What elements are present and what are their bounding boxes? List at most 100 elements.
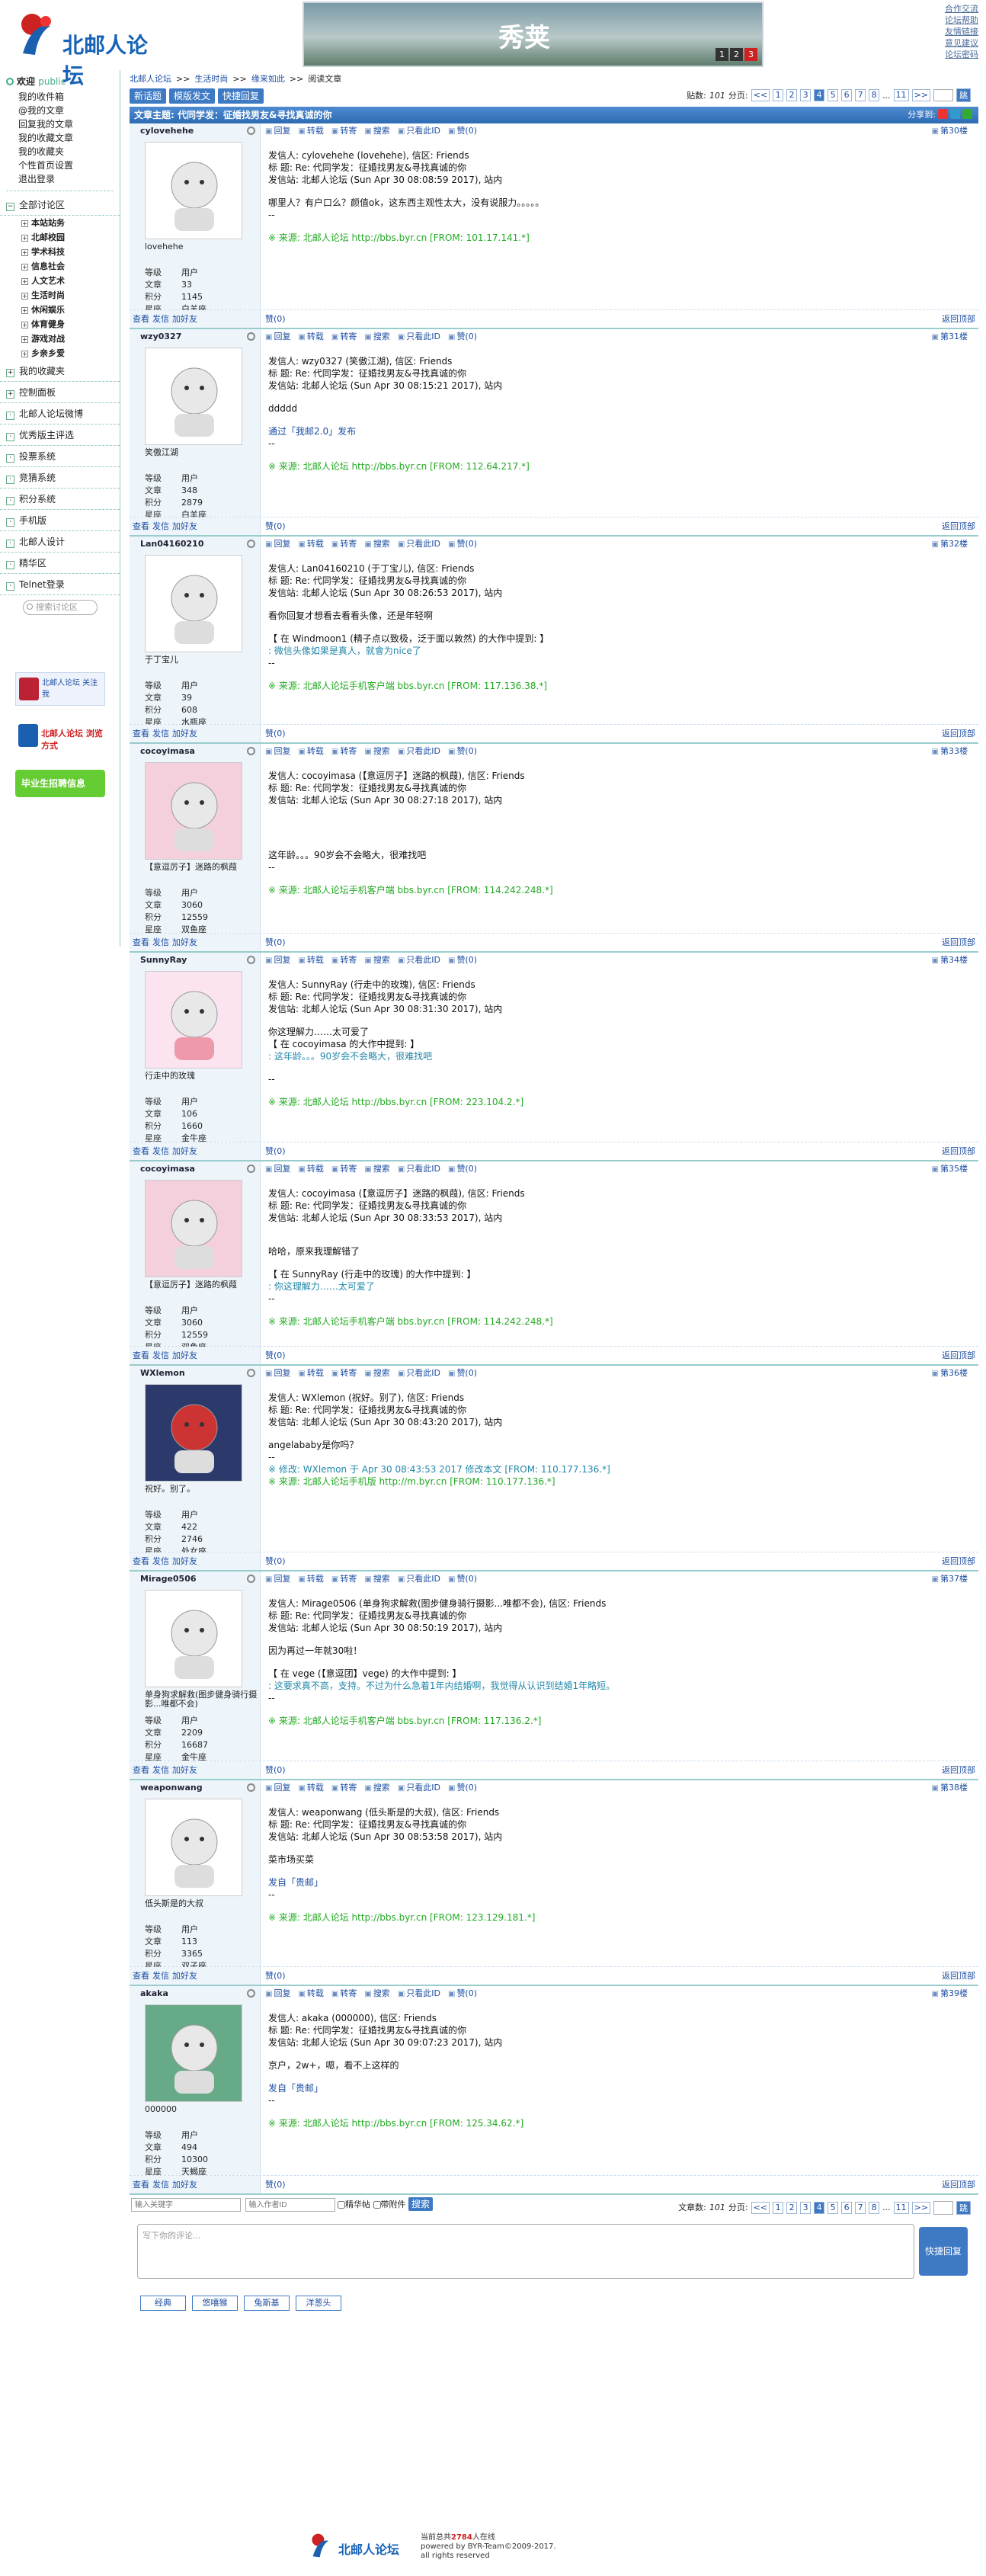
like-button[interactable]: 赞(0): [265, 729, 286, 739]
site-logo[interactable]: 北邮人论坛: [15, 8, 152, 88]
view-profile-button[interactable]: 查看: [133, 729, 149, 739]
username[interactable]: public: [38, 76, 66, 87]
send-mail-button[interactable]: 发信: [152, 2180, 169, 2190]
search-button[interactable]: 搜索: [364, 1164, 389, 1174]
logout-link[interactable]: 退出登录: [6, 172, 117, 186]
toplink-feedback[interactable]: 意见建议: [933, 37, 978, 49]
forward-button[interactable]: 转寄: [331, 1574, 357, 1584]
add-friend-button[interactable]: 加好友: [172, 1765, 197, 1775]
reply-button[interactable]: 回复: [265, 332, 290, 341]
floor-number[interactable]: 第36楼: [932, 1366, 968, 1382]
sidebar-item-design[interactable]: · 北邮人设计: [0, 531, 120, 553]
add-friend-button[interactable]: 加好友: [172, 521, 197, 531]
repost-button[interactable]: 转载: [298, 1988, 323, 1998]
board-item[interactable]: + 北邮校园: [0, 230, 120, 245]
page-link[interactable]: 1: [773, 89, 784, 101]
back-to-top-link[interactable]: 返回顶部: [942, 725, 975, 743]
reply-textarea[interactable]: 写下你的评论...: [137, 2224, 914, 2279]
page-link[interactable]: 3: [800, 2202, 812, 2214]
send-mail-button[interactable]: 发信: [152, 1556, 169, 1566]
sidebar-item-favorites[interactable]: + 我的收藏夹: [0, 360, 120, 382]
forward-button[interactable]: 转寄: [331, 332, 357, 341]
board-item[interactable]: + 乡亲乡爱: [0, 346, 120, 360]
back-to-top-link[interactable]: 返回顶部: [942, 1761, 975, 1780]
page-current[interactable]: 4: [814, 89, 825, 101]
view-profile-button[interactable]: 查看: [133, 1971, 149, 1981]
send-mail-button[interactable]: 发信: [152, 1765, 169, 1775]
post-author[interactable]: cocoyimasa: [130, 1161, 261, 1177]
page-prev[interactable]: <<: [751, 2202, 770, 2214]
only-author-button[interactable]: 只看此ID: [398, 1164, 440, 1174]
only-author-button[interactable]: 只看此ID: [398, 126, 440, 136]
back-to-top-link[interactable]: 返回顶部: [942, 517, 975, 536]
forward-button[interactable]: 转寄: [331, 539, 357, 549]
new-topic-button[interactable]: 新话题: [130, 88, 167, 104]
search-button[interactable]: 搜索: [364, 126, 389, 136]
page-link[interactable]: 2: [786, 2202, 798, 2214]
avatar[interactable]: [145, 1180, 242, 1277]
like-button[interactable]: 赞(0): [448, 1988, 477, 1998]
sidebar-item-mobile[interactable]: · 手机版: [0, 510, 120, 531]
repost-button[interactable]: 转载: [298, 1574, 323, 1584]
add-friend-button[interactable]: 加好友: [172, 729, 197, 739]
view-profile-button[interactable]: 查看: [133, 1350, 149, 1360]
sidebar-item-digest[interactable]: · 精华区: [0, 553, 120, 574]
like-button[interactable]: 赞(0): [448, 1368, 477, 1378]
only-author-button[interactable]: 只看此ID: [398, 955, 440, 965]
page-jump-input[interactable]: [933, 89, 953, 101]
only-author-button[interactable]: 只看此ID: [398, 539, 440, 549]
add-friend-button[interactable]: 加好友: [172, 1146, 197, 1156]
repost-button[interactable]: 转载: [298, 746, 323, 756]
floor-number[interactable]: 第37楼: [932, 1572, 968, 1588]
page-link[interactable]: 8: [869, 2202, 880, 2214]
author-input[interactable]: [245, 2198, 335, 2212]
add-friend-button[interactable]: 加好友: [172, 1350, 197, 1360]
page-next[interactable]: >>: [911, 2202, 930, 2214]
back-to-top-link[interactable]: 返回顶部: [942, 934, 975, 952]
page-link[interactable]: 2: [786, 89, 798, 101]
post-author[interactable]: Mirage0506: [130, 1572, 261, 1587]
emoticon-tab[interactable]: 兔斯基: [244, 2296, 290, 2311]
add-friend-button[interactable]: 加好友: [172, 1971, 197, 1981]
author-id[interactable]: Mirage0506: [140, 1574, 197, 1584]
emoticon-tab[interactable]: 悠嘻猴: [192, 2296, 238, 2311]
board-item[interactable]: + 休闲娱乐: [0, 303, 120, 317]
like-button[interactable]: 赞(0): [448, 746, 477, 756]
quick-reply-button[interactable]: 快捷回复: [218, 88, 264, 104]
only-author-button[interactable]: 只看此ID: [398, 1368, 440, 1378]
add-friend-button[interactable]: 加好友: [172, 314, 197, 324]
like-button[interactable]: 赞(0): [265, 937, 286, 947]
view-profile-button[interactable]: 查看: [133, 1556, 149, 1566]
page-link[interactable]: 6: [841, 2202, 853, 2214]
search-button[interactable]: 搜索: [364, 1988, 389, 1998]
forward-button[interactable]: 转寄: [331, 1164, 357, 1174]
view-profile-button[interactable]: 查看: [133, 1146, 149, 1156]
forward-button[interactable]: 转寄: [331, 1368, 357, 1378]
floor-number[interactable]: 第35楼: [932, 1161, 968, 1177]
like-button[interactable]: 赞(0): [265, 2180, 286, 2190]
sidebar-item-points[interactable]: · 积分系统: [0, 489, 120, 510]
search-button[interactable]: 搜索: [364, 1368, 389, 1378]
repost-button[interactable]: 转载: [298, 955, 323, 965]
mail-at-me[interactable]: @我的文章: [6, 104, 117, 117]
like-button[interactable]: 赞(0): [448, 1574, 477, 1584]
forward-button[interactable]: 转寄: [331, 1988, 357, 1998]
repost-button[interactable]: 转载: [298, 539, 323, 549]
back-to-top-link[interactable]: 返回顶部: [942, 1967, 975, 1985]
author-id[interactable]: weaponwang: [140, 1783, 203, 1793]
page-link[interactable]: 7: [855, 2202, 866, 2214]
author-id[interactable]: Lan04160210: [140, 539, 204, 549]
search-button[interactable]: 搜索: [364, 746, 389, 756]
avatar[interactable]: [145, 1590, 242, 1687]
repost-button[interactable]: 转载: [298, 332, 323, 341]
view-profile-button[interactable]: 查看: [133, 2180, 149, 2190]
only-author-button[interactable]: 只看此ID: [398, 1574, 440, 1584]
floor-number[interactable]: 第32楼: [932, 537, 968, 553]
like-button[interactable]: 赞(0): [448, 1783, 477, 1793]
board-item[interactable]: + 游戏对战: [0, 332, 120, 346]
page-current[interactable]: 4: [814, 2202, 825, 2214]
search-button[interactable]: 搜索: [364, 539, 389, 549]
sidebar-item-weibo[interactable]: · 北邮人论坛微博: [0, 403, 120, 425]
avatar[interactable]: [145, 348, 242, 445]
page-link[interactable]: 11: [893, 89, 909, 101]
